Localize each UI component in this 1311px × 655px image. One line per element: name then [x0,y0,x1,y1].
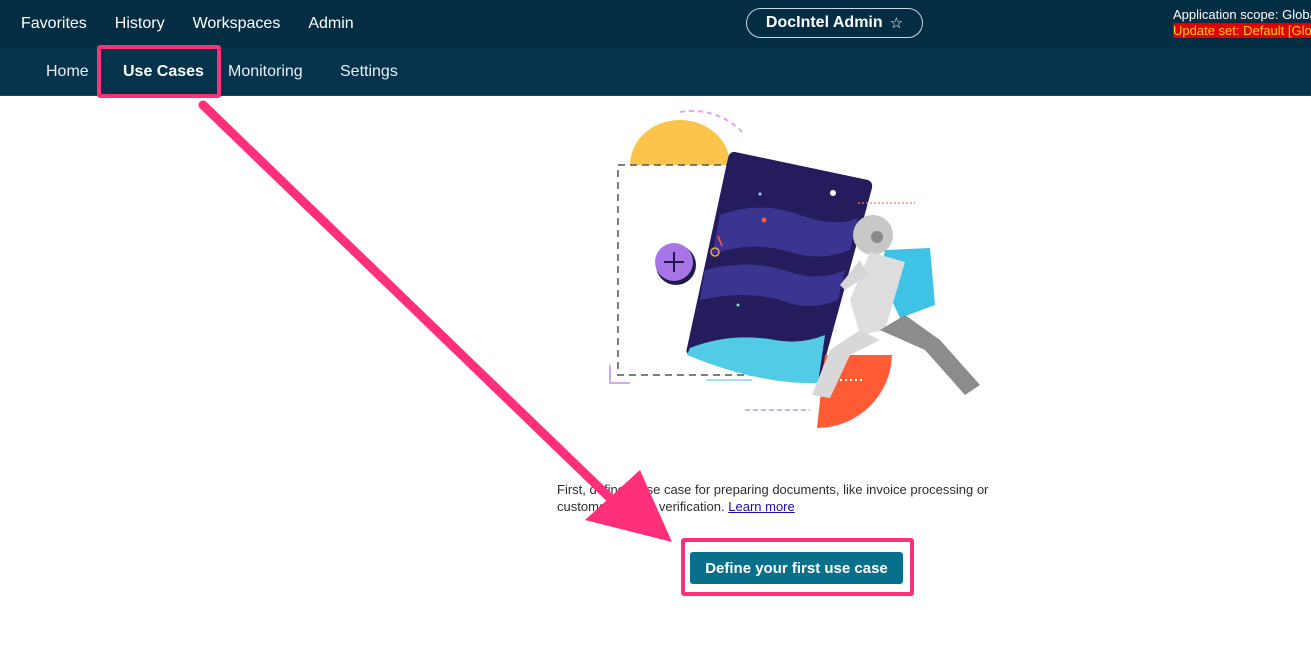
learn-more-link[interactable]: Learn more [728,499,794,514]
menu-history[interactable]: History [115,15,165,33]
button-highlight [681,538,914,596]
description-line-1: First, define a use case for preparing d… [557,482,989,497]
star-outline-icon[interactable]: ☆ [890,14,903,32]
menu-favorites[interactable]: Favorites [21,15,87,33]
app-title-pill[interactable]: DocIntel Admin ☆ [746,8,923,38]
astronaut-document-illustration [609,109,980,428]
app-title: DocIntel Admin [765,14,883,31]
use-cases-highlight [97,45,221,98]
description-line-2: customer identity verification. [557,499,725,514]
update-set-label[interactable]: Update set: Default [Glo [1173,23,1311,38]
menu-workspaces[interactable]: Workspaces [193,15,281,33]
main-menu: Favorites History Workspaces Admin [0,0,361,48]
empty-state-description: First, define a use case for preparing d… [557,481,997,515]
scope-info: Application scope: Globa Update set: Def… [1173,7,1311,39]
top-navigation-bar: Favorites History Workspaces Admin DocIn… [0,0,1311,48]
application-scope-label[interactable]: Application scope: Globa [1173,7,1311,23]
menu-admin[interactable]: Admin [308,15,353,33]
tab-settings[interactable]: Settings [340,48,398,95]
tab-monitoring[interactable]: Monitoring [228,48,303,95]
tab-home[interactable]: Home [46,48,89,95]
